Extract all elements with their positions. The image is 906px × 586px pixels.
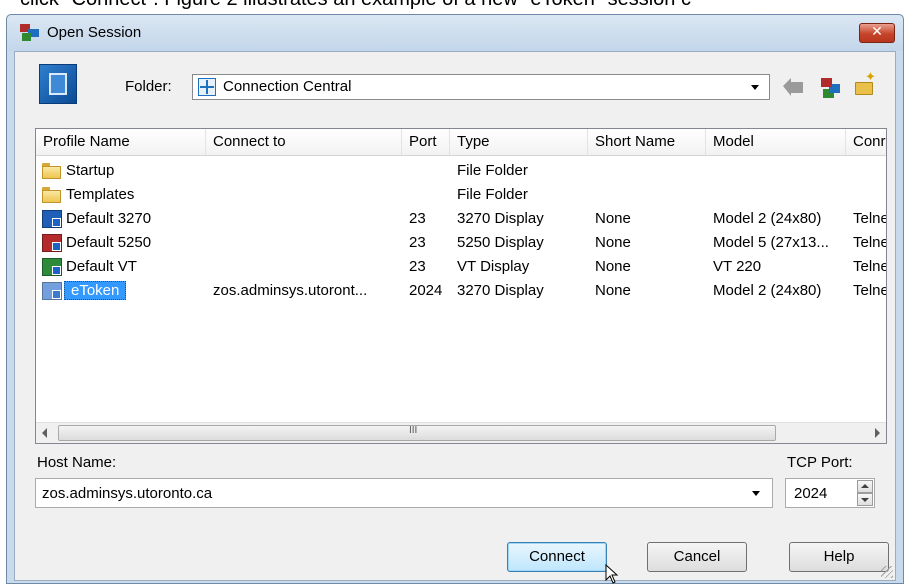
host-name-label: Host Name: xyxy=(37,454,117,471)
profile-type: VT Display xyxy=(457,258,530,275)
profile-connection: Telne xyxy=(853,258,887,275)
network-icon[interactable] xyxy=(821,76,841,96)
profile-short-name: None xyxy=(595,210,631,227)
column-header-profile-name[interactable]: Profile Name xyxy=(36,129,206,155)
scroll-thumb[interactable]: III xyxy=(58,425,776,441)
column-header-connect-to[interactable]: Connect to xyxy=(206,129,402,155)
column-header-type[interactable]: Type xyxy=(450,129,588,155)
list-header: Profile Name Connect to Port Type Short … xyxy=(36,129,886,156)
profile-model: VT 220 xyxy=(713,258,762,275)
dialog-client-area: Folder: Connection Central Profile Name … xyxy=(14,51,896,584)
folder-dropdown[interactable]: Connection Central xyxy=(192,74,770,100)
session-icon xyxy=(39,64,77,104)
list-item-selected[interactable]: eToken zos.adminsys.utoront... 2024 3270… xyxy=(36,279,886,303)
profile-name: Templates xyxy=(66,186,135,203)
profile-type: 3270 Display xyxy=(457,282,544,299)
profile-model: Model 2 (24x80) xyxy=(713,210,822,227)
scroll-grip: III xyxy=(409,425,418,436)
app-icon xyxy=(20,24,40,42)
list-item[interactable]: Templates File Folder xyxy=(36,183,886,207)
spinner-buttons xyxy=(857,480,873,506)
column-header-port[interactable]: Port xyxy=(402,129,450,155)
close-button[interactable]: ✕ xyxy=(859,23,895,43)
list-item[interactable]: Default 3270 23 3270 Display None Model … xyxy=(36,207,886,231)
spin-down-icon[interactable] xyxy=(857,493,873,506)
connect-button[interactable]: Connect xyxy=(507,542,607,572)
profile-short-name: None xyxy=(595,234,631,251)
profile-short-name: None xyxy=(595,282,631,299)
chevron-down-icon[interactable] xyxy=(752,491,760,496)
list-item[interactable]: Default VT 23 VT Display None VT 220 Tel… xyxy=(36,255,886,279)
profile-type: 5250 Display xyxy=(457,234,544,251)
profile-connection: Telne xyxy=(853,210,887,227)
profile-port: 2024 xyxy=(409,282,443,299)
spin-up-icon[interactable] xyxy=(857,480,873,493)
profile-name: Default 5250 xyxy=(66,234,152,251)
profile-connection: Telne xyxy=(853,234,887,251)
column-header-connection[interactable]: Conr xyxy=(846,129,886,155)
profile-port: 23 xyxy=(409,258,426,275)
horizontal-scrollbar[interactable]: III xyxy=(36,422,886,443)
profile-type: File Folder xyxy=(457,186,528,203)
tcp-port-spinner[interactable]: 2024 xyxy=(785,478,875,508)
mouse-pointer-icon xyxy=(605,564,619,584)
scroll-left-icon[interactable] xyxy=(42,428,47,438)
session-list[interactable]: Profile Name Connect to Port Type Short … xyxy=(35,128,887,444)
cancel-button[interactable]: Cancel xyxy=(647,542,747,572)
profile-model: Model 2 (24x80) xyxy=(713,282,822,299)
profile-type: File Folder xyxy=(457,162,528,179)
profile-connection: Telne xyxy=(853,282,887,299)
profile-name: eToken xyxy=(64,281,127,300)
chevron-down-icon[interactable] xyxy=(751,85,759,90)
title-bar[interactable]: Open Session ✕ xyxy=(7,15,903,51)
profile-connect-to: zos.adminsys.utoront... xyxy=(213,282,368,299)
caption-text: click "Connect". Figure 2 illustrates an… xyxy=(20,0,691,11)
profile-short-name: None xyxy=(595,258,631,275)
profile-name: Startup xyxy=(66,162,115,179)
help-button[interactable]: Help xyxy=(789,542,889,572)
profile-model: Model 5 (27x13... xyxy=(713,234,829,251)
profile-name-cell: eToken xyxy=(36,279,206,303)
new-folder-icon[interactable] xyxy=(855,70,876,96)
folder-label: Folder: xyxy=(125,78,172,95)
profile-name: Default 3270 xyxy=(66,210,152,227)
list-item[interactable]: Startup File Folder xyxy=(36,159,886,183)
document-caption-fragment: click "Connect". Figure 2 illustrates an… xyxy=(0,0,906,14)
column-header-short-name[interactable]: Short Name xyxy=(588,129,706,155)
connection-central-icon xyxy=(198,78,216,96)
tcp-port-label: TCP Port: xyxy=(787,454,853,471)
column-header-model[interactable]: Model xyxy=(706,129,846,155)
scroll-right-icon[interactable] xyxy=(875,428,880,438)
window-title: Open Session xyxy=(47,24,142,41)
profile-name: Default VT xyxy=(66,258,137,275)
open-session-dialog: Open Session ✕ Folder: Connection Centra… xyxy=(6,14,904,584)
profile-port: 23 xyxy=(409,234,426,251)
host-name-combobox[interactable]: zos.adminsys.utoronto.ca xyxy=(35,478,773,508)
resize-grip-icon[interactable] xyxy=(881,566,893,578)
folder-value: Connection Central xyxy=(223,78,352,95)
list-item[interactable]: Default 5250 23 5250 Display None Model … xyxy=(36,231,886,255)
host-name-value: zos.adminsys.utoronto.ca xyxy=(42,485,213,502)
profile-type: 3270 Display xyxy=(457,210,544,227)
close-icon: ✕ xyxy=(871,24,883,40)
tcp-port-value: 2024 xyxy=(794,485,828,502)
back-icon[interactable] xyxy=(783,78,803,96)
profile-port: 23 xyxy=(409,210,426,227)
